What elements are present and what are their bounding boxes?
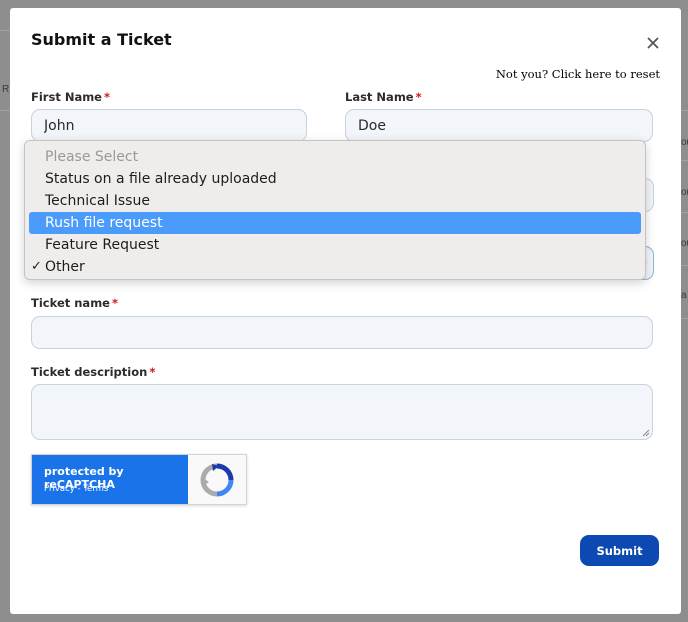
recaptcha-links: Privacy - Terms: [44, 484, 108, 494]
background-text: ou: [681, 137, 688, 148]
ticket-description-wrapper: [31, 384, 653, 440]
first-name-input[interactable]: [31, 109, 307, 142]
background-divider: [681, 265, 688, 266]
required-mark: *: [111, 296, 118, 310]
background-text: ou: [681, 187, 688, 198]
submit-ticket-modal: Submit a Ticket Not you? Click here to r…: [10, 8, 681, 614]
dropdown-option-status-file[interactable]: Status on a file already uploaded: [29, 168, 641, 190]
background-divider: [681, 110, 688, 111]
reset-link[interactable]: Not you? Click here to reset: [496, 67, 660, 81]
recaptcha-privacy-link[interactable]: Privacy: [44, 484, 75, 494]
recaptcha-separator: -: [74, 484, 84, 494]
required-mark: *: [415, 90, 422, 104]
last-name-input[interactable]: [345, 109, 653, 142]
close-button[interactable]: [644, 34, 662, 52]
ticket-description-textarea[interactable]: [31, 384, 653, 440]
last-name-label: Last Name *: [345, 90, 422, 104]
ticket-type-dropdown-menu: Please Select Status on a file already u…: [24, 140, 646, 280]
background-divider: [681, 318, 688, 319]
recaptcha-badge[interactable]: protected by reCAPTCHA Privacy - Terms: [31, 454, 247, 505]
ticket-description-label: Ticket description *: [31, 365, 156, 379]
required-mark: *: [103, 90, 110, 104]
background-divider: [0, 30, 10, 31]
dropdown-option-other[interactable]: ✓ Other: [29, 256, 641, 278]
first-name-label: First Name *: [31, 90, 110, 104]
dropdown-option-technical-issue[interactable]: Technical Issue: [29, 190, 641, 212]
recaptcha-info-panel: protected by reCAPTCHA Privacy - Terms: [32, 455, 188, 504]
dropdown-option-please-select: Please Select: [45, 149, 139, 165]
dropdown-option-rush-file[interactable]: Rush file request: [29, 212, 641, 234]
checkmark-icon: ✓: [31, 259, 42, 274]
background-text: R: [2, 84, 10, 95]
ticket-name-input[interactable]: [31, 316, 653, 349]
recaptcha-logo-icon: [200, 463, 234, 497]
background-divider: [681, 160, 688, 161]
dropdown-option-feature-request[interactable]: Feature Request: [29, 234, 641, 256]
ticket-name-label: Ticket name *: [31, 296, 118, 310]
modal-title: Submit a Ticket: [31, 30, 172, 49]
background-text: a: [681, 290, 687, 301]
required-mark: *: [149, 365, 156, 379]
background-divider: [681, 212, 688, 213]
close-icon: [647, 37, 659, 49]
background-divider: [0, 110, 10, 111]
background-text: ou: [681, 238, 688, 249]
recaptcha-terms-link[interactable]: Terms: [83, 484, 108, 494]
submit-button[interactable]: Submit: [580, 535, 659, 566]
